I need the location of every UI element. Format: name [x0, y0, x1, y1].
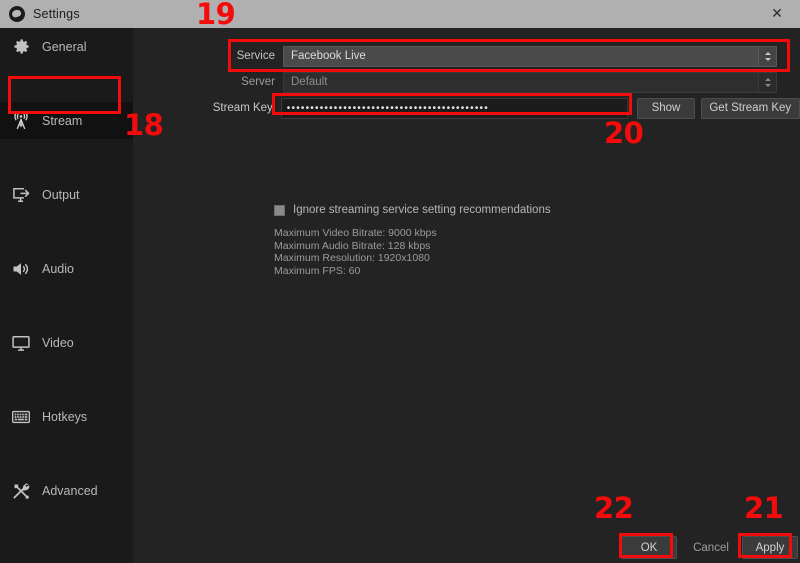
apply-button[interactable]: Apply [742, 536, 798, 559]
server-value: Default [291, 76, 328, 88]
sidebar-item-general[interactable]: General [0, 28, 133, 65]
service-select[interactable]: Facebook Live [283, 45, 777, 67]
stream-key-row: Stream Key •••••••••••••••••••••••••••••… [133, 97, 800, 119]
sidebar-item-output[interactable]: Output [0, 176, 133, 213]
updown-arrows-icon[interactable] [758, 46, 776, 66]
ignore-recommendations-checkbox[interactable]: Ignore streaming service setting recomme… [274, 204, 551, 216]
obs-settings-window: Settings ✕ General Stream Output Audio V… [0, 0, 800, 563]
speaker-icon [10, 258, 32, 280]
service-value: Facebook Live [291, 50, 366, 62]
sidebar-item-label: Advanced [42, 483, 98, 498]
recommendation-line: Maximum Video Bitrate: 9000 kbps [274, 227, 437, 239]
show-stream-key-button[interactable]: Show [637, 97, 695, 119]
sidebar-item-stream[interactable]: Stream [0, 102, 133, 139]
sidebar-item-label: Stream [42, 113, 83, 128]
gear-icon [10, 36, 32, 58]
settings-sidebar: General Stream Output Audio Video Hotkey… [0, 28, 133, 563]
recommendation-line: Maximum Audio Bitrate: 128 kbps [274, 239, 431, 252]
annotation-number-21: 21 [744, 491, 784, 525]
obs-logo-icon [9, 6, 25, 22]
ok-button[interactable]: OK [621, 536, 677, 559]
service-label: Service [236, 50, 275, 62]
sidebar-item-label: Audio [42, 261, 74, 276]
updown-arrows-icon[interactable] [758, 72, 776, 92]
stream-key-input[interactable]: ••••••••••••••••••••••••••••••••••••••••… [280, 97, 629, 119]
sidebar-item-advanced[interactable]: Advanced [0, 472, 133, 509]
window-title: Settings [33, 7, 80, 21]
sidebar-item-hotkeys[interactable]: Hotkeys [0, 398, 133, 435]
close-icon[interactable]: ✕ [754, 0, 800, 28]
annotation-number-18: 18 [124, 108, 164, 142]
service-row: Service Facebook Live [133, 45, 800, 67]
tools-icon [10, 480, 32, 502]
annotation-number-19: 19 [196, 0, 236, 31]
get-stream-key-button[interactable]: Get Stream Key [700, 97, 800, 119]
sidebar-item-audio[interactable]: Audio [0, 250, 133, 287]
annotation-number-20: 20 [604, 116, 644, 150]
annotation-number-22: 22 [594, 491, 634, 525]
server-label: Server [241, 76, 275, 88]
ignore-recommendations-label: Ignore streaming service setting recomme… [293, 204, 551, 216]
recommendation-line: Maximum FPS: 60 [274, 264, 361, 277]
cancel-button[interactable]: Cancel [683, 536, 739, 559]
server-row: Server Default [133, 71, 800, 93]
title-bar: Settings ✕ [0, 0, 800, 28]
monitor-icon [10, 332, 32, 354]
stream-settings-panel: Service Facebook Live Server Default Str… [133, 28, 800, 563]
recommendation-line: Maximum Resolution: 1920x1080 [274, 252, 430, 264]
service-recommendations: Maximum Video Bitrate: 9000 kbps Maximum… [274, 227, 437, 277]
keyboard-icon [10, 406, 32, 428]
sidebar-item-label: Video [42, 335, 74, 350]
broadcast-icon [10, 110, 32, 132]
output-icon [10, 184, 32, 206]
sidebar-item-label: General [42, 39, 87, 54]
checkbox-box-icon [274, 204, 285, 216]
sidebar-item-video[interactable]: Video [0, 324, 133, 361]
sidebar-item-label: Output [42, 187, 80, 202]
sidebar-item-label: Hotkeys [42, 409, 88, 424]
server-select[interactable]: Default [283, 71, 777, 93]
